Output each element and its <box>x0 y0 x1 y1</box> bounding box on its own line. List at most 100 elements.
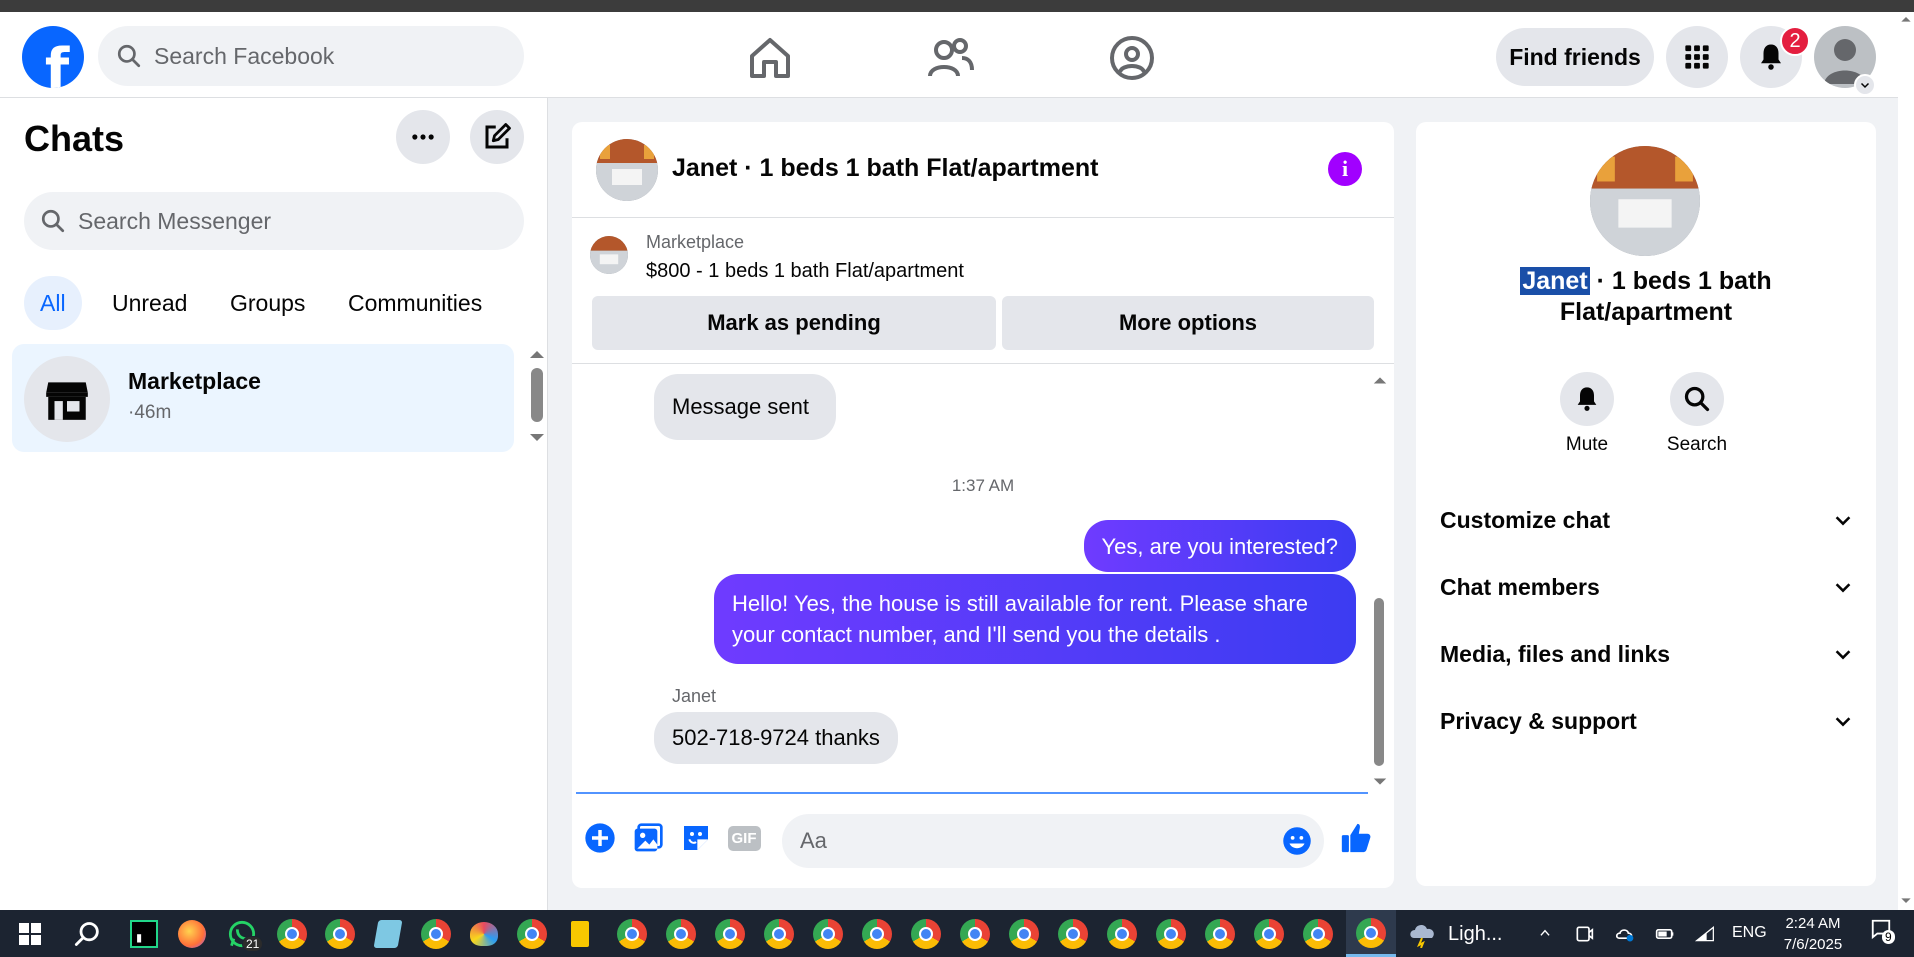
filter-tab-unread[interactable]: Unread <box>96 276 203 330</box>
chrome-app-icon[interactable] <box>1106 918 1138 950</box>
home-icon[interactable] <box>746 34 794 82</box>
message-bubble-outgoing[interactable]: Hello! Yes, the house is still available… <box>714 574 1356 664</box>
facebook-search-input[interactable]: Search Facebook <box>98 26 524 86</box>
onedrive-icon[interactable] <box>1614 924 1636 944</box>
friends-icon[interactable] <box>926 34 974 82</box>
conversation-time: ·46m <box>128 402 172 423</box>
taskbar-clock[interactable]: 2:24 AM 7/6/2025 <box>1780 913 1846 955</box>
filter-tab-all[interactable]: All <box>24 276 82 330</box>
wifi-icon[interactable] <box>1694 924 1716 944</box>
listing-thumbnail[interactable] <box>590 236 628 274</box>
chrome-app-icon[interactable] <box>1204 918 1236 950</box>
attach-photo-button[interactable] <box>630 820 666 856</box>
notes-app-icon[interactable] <box>372 918 404 950</box>
chats-scrollbar-thumb[interactable] <box>531 368 543 422</box>
thread-scrollbar-thumb[interactable] <box>1374 598 1384 766</box>
chevron-down-icon <box>1860 82 1870 89</box>
storefront-icon <box>46 382 88 420</box>
privacy-support-section[interactable]: Privacy & support <box>1440 701 1854 741</box>
chrome-app-icon[interactable] <box>276 918 308 950</box>
chevron-down-icon <box>1835 717 1851 727</box>
listing-photo-avatar[interactable] <box>596 139 658 201</box>
gif-button[interactable]: GIF <box>726 820 762 856</box>
facebook-logo[interactable]: f <box>22 26 84 88</box>
listing-photo-large[interactable] <box>1590 146 1700 256</box>
messenger-search-input[interactable]: Search Messenger <box>24 192 524 250</box>
scroll-up-arrow-icon[interactable] <box>1372 374 1388 386</box>
compose-icon <box>485 123 511 149</box>
chrome-app-icon[interactable] <box>959 918 991 950</box>
scroll-down-arrow-icon[interactable] <box>1900 896 1912 906</box>
scroll-down-arrow-icon[interactable] <box>1372 776 1388 788</box>
start-button[interactable] <box>14 918 46 950</box>
find-friends-button[interactable]: Find friends <box>1496 28 1654 86</box>
filter-tab-communities[interactable]: Communities <box>332 276 498 330</box>
conversation-avatar <box>24 356 110 442</box>
chrome-app-icon[interactable] <box>616 918 648 950</box>
chrome-app-icon[interactable] <box>910 918 942 950</box>
meet-now-icon[interactable] <box>1574 924 1594 944</box>
sticker-button[interactable] <box>678 820 714 856</box>
chrome-app-icon[interactable] <box>516 918 548 950</box>
conversation-item-marketplace[interactable]: Marketplace ·46m <box>12 344 514 452</box>
media-files-links-section[interactable]: Media, files and links <box>1440 634 1854 674</box>
search-icon <box>1684 386 1710 412</box>
chrome-app-icon[interactable] <box>1057 918 1089 950</box>
notification-center-button[interactable]: 9 <box>1870 918 1895 945</box>
paint-app-icon[interactable] <box>468 918 500 950</box>
message-input[interactable]: Aa <box>782 814 1324 868</box>
more-actions-button[interactable] <box>582 820 618 856</box>
file-explorer-icon[interactable] <box>564 918 596 950</box>
notification-center-count: 9 <box>1882 930 1895 944</box>
chats-options-button[interactable] <box>396 110 450 164</box>
conversation-panel: Janet · 1 beds 1 bath Flat/apartment i M… <box>572 122 1394 888</box>
emoji-icon[interactable] <box>1282 826 1312 856</box>
scroll-up-arrow-icon[interactable] <box>528 348 546 360</box>
customize-chat-section[interactable]: Customize chat <box>1440 500 1854 540</box>
chrome-app-icon[interactable] <box>420 918 452 950</box>
chrome-app-icon[interactable] <box>665 918 697 950</box>
new-message-button[interactable] <box>470 110 524 164</box>
chrome-app-icon[interactable] <box>324 918 356 950</box>
scroll-down-arrow-icon[interactable] <box>528 432 546 444</box>
chrome-app-icon[interactable] <box>714 918 746 950</box>
listing-price-title[interactable]: $800 - 1 beds 1 bath Flat/apartment <box>646 260 964 283</box>
chrome-app-icon[interactable] <box>1302 918 1334 950</box>
scroll-up-arrow-icon[interactable] <box>1900 14 1912 24</box>
chat-members-section[interactable]: Chat members <box>1440 567 1854 607</box>
conversation-name: Marketplace <box>128 368 261 394</box>
weather-widget[interactable]: Ligh... <box>1408 920 1502 948</box>
conversation-info-button[interactable]: i <box>1328 152 1362 186</box>
browser-top-strip <box>0 0 1914 12</box>
chevron-up-icon[interactable] <box>1536 926 1554 940</box>
search-icon <box>41 209 65 233</box>
message-bubble-incoming[interactable]: 502-718-9724 thanks <box>654 712 898 764</box>
message-bubble-incoming[interactable]: Message sent <box>654 374 836 440</box>
account-menu-caret[interactable] <box>1854 74 1876 96</box>
battery-icon[interactable] <box>1654 924 1676 944</box>
windows-logo-icon <box>19 923 41 945</box>
chrome-app-icon[interactable] <box>1155 918 1187 950</box>
taskbar-search-button[interactable] <box>72 918 104 950</box>
search-in-conversation-button[interactable] <box>1670 372 1724 426</box>
filter-tab-groups[interactable]: Groups <box>214 276 321 330</box>
active-chrome-window[interactable] <box>1346 910 1396 957</box>
chrome-app-icon[interactable] <box>1253 918 1285 950</box>
mute-button[interactable] <box>1560 372 1614 426</box>
jetbrains-app-icon[interactable]: ▮ <box>128 918 160 950</box>
groups-icon[interactable] <box>1108 34 1156 82</box>
page-scrollbar[interactable] <box>1898 12 1914 910</box>
message-bubble-outgoing[interactable]: Yes, are you interested? <box>1083 520 1356 572</box>
messenger-search-placeholder: Search Messenger <box>78 207 272 234</box>
input-language[interactable]: ENG <box>1732 924 1767 942</box>
chrome-app-icon[interactable] <box>812 918 844 950</box>
mark-as-pending-button[interactable]: Mark as pending <box>592 296 996 350</box>
firefox-app-icon[interactable] <box>176 918 208 950</box>
chrome-app-icon[interactable] <box>1008 918 1040 950</box>
chrome-app-icon[interactable] <box>763 918 795 950</box>
more-options-button[interactable]: More options <box>1002 296 1374 350</box>
menu-button[interactable] <box>1666 26 1728 88</box>
send-like-button[interactable] <box>1338 820 1374 856</box>
conversation-title: Janet · 1 beds 1 bath Flat/apartment <box>672 154 1099 182</box>
chrome-app-icon[interactable] <box>861 918 893 950</box>
